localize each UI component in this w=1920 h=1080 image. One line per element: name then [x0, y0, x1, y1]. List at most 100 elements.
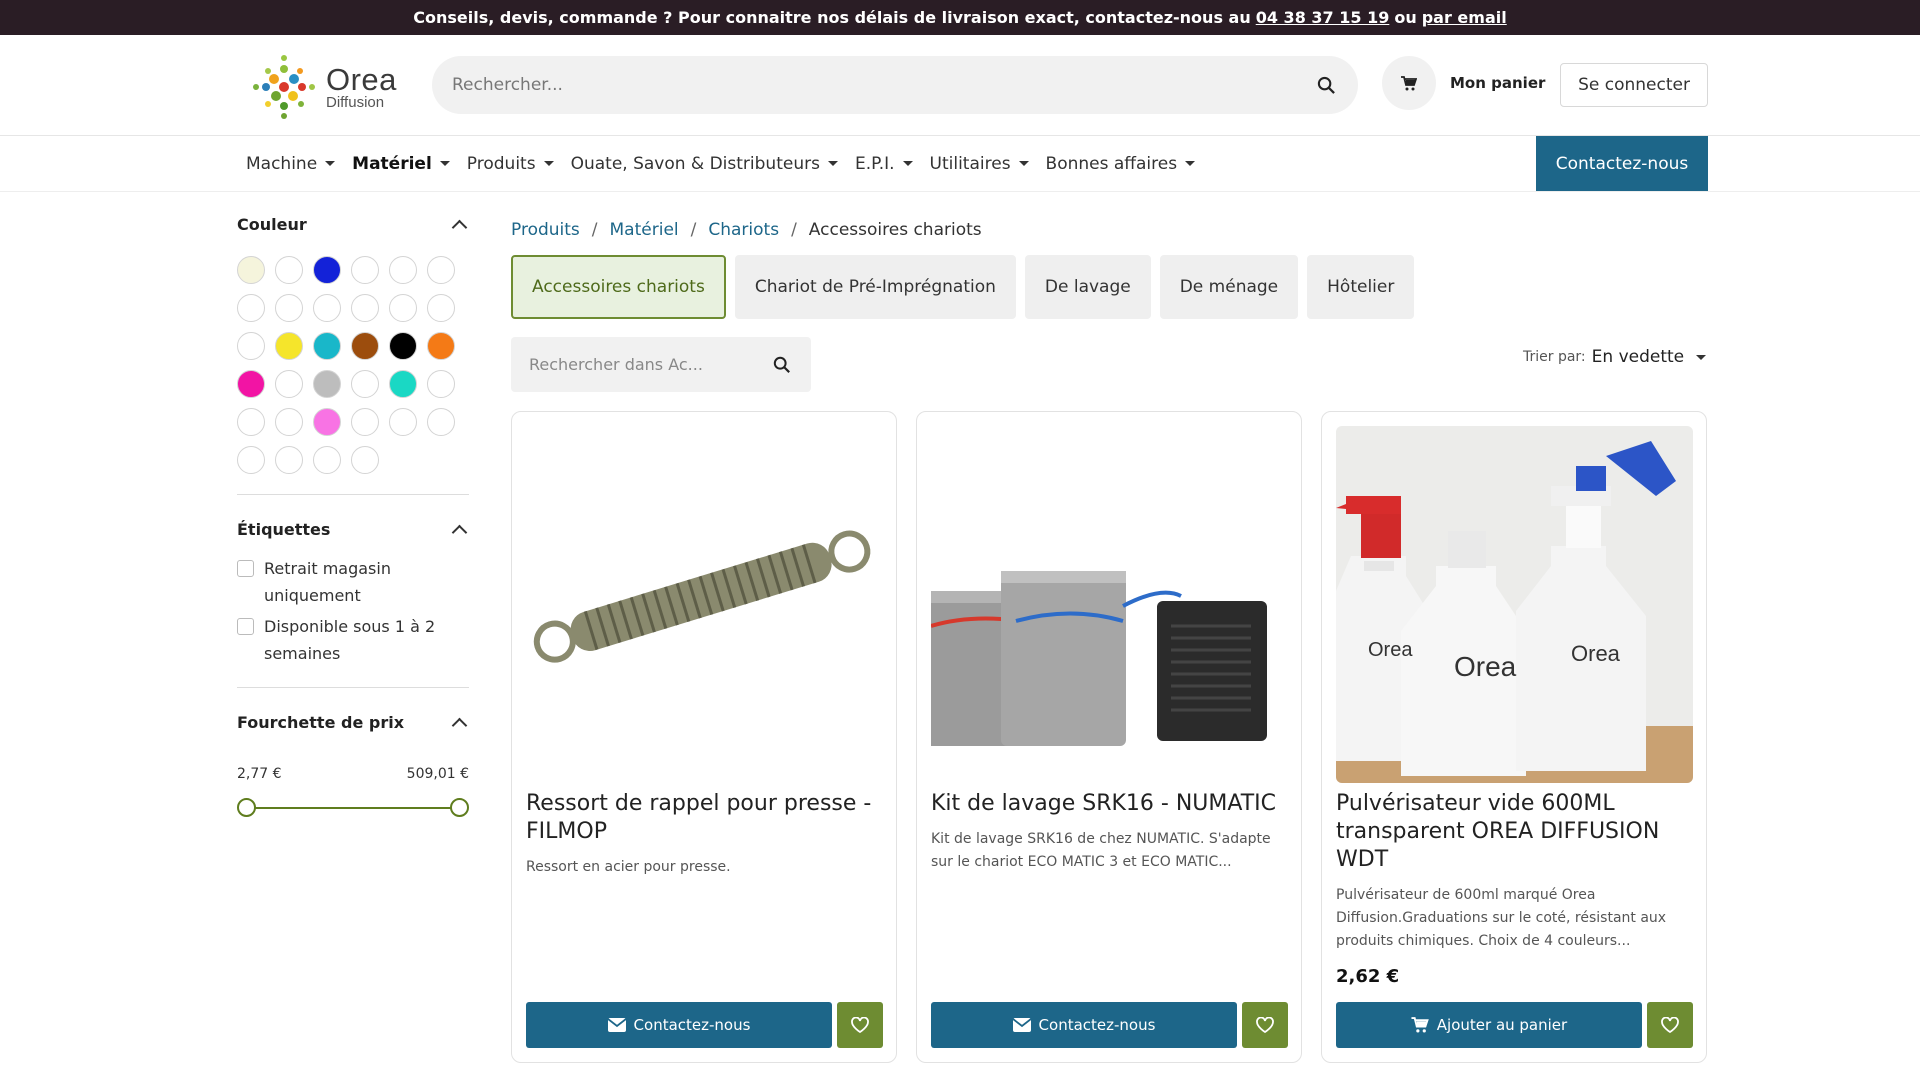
login-button[interactable]: Se connecter [1560, 63, 1708, 107]
color-swatch[interactable] [237, 256, 265, 284]
price-slider[interactable] [237, 798, 469, 818]
chevron-up-icon[interactable] [451, 219, 468, 235]
category-search [511, 337, 811, 392]
add-to-cart-button[interactable]: Ajouter au panier [1336, 1002, 1642, 1048]
category-accessoires-chariots[interactable]: Accessoires chariots [511, 255, 726, 319]
breadcrumb-link[interactable]: Matériel [610, 220, 679, 240]
chevron-up-icon[interactable] [451, 524, 468, 540]
color-swatch[interactable] [313, 294, 341, 322]
color-swatch[interactable] [313, 256, 341, 284]
color-swatch[interactable] [351, 332, 379, 360]
contact-product-button[interactable]: Contactez-nous [526, 1002, 832, 1048]
nav-item-5[interactable]: Utilitaires [930, 154, 1029, 174]
color-swatch[interactable] [351, 256, 379, 284]
search-icon[interactable] [1317, 76, 1336, 95]
color-swatch[interactable] [275, 256, 303, 284]
price-slider-max-handle[interactable] [450, 798, 469, 817]
color-swatch[interactable] [427, 408, 455, 436]
color-swatch[interactable] [389, 294, 417, 322]
search-input[interactable] [452, 75, 1317, 95]
category-hotelier[interactable]: Hôtelier [1307, 255, 1415, 319]
color-swatch[interactable] [351, 370, 379, 398]
category-de-lavage[interactable]: De lavage [1024, 255, 1151, 319]
nav-item-1[interactable]: Matériel [352, 154, 450, 174]
color-swatch[interactable] [237, 370, 265, 398]
color-swatch[interactable] [389, 256, 417, 284]
color-swatch[interactable] [427, 370, 455, 398]
cart-button[interactable]: Mon panier [1382, 56, 1545, 110]
breadcrumb-link[interactable]: Produits [511, 220, 580, 240]
sort-value[interactable]: En vedette [1592, 347, 1684, 367]
color-swatch[interactable] [389, 370, 417, 398]
contact-product-button[interactable]: Contactez-nous [931, 1002, 1237, 1048]
tags-filter-header[interactable]: Étiquettes [237, 515, 469, 543]
product-actions: Ajouter au panier [1336, 1002, 1693, 1048]
search-icon[interactable] [773, 356, 791, 374]
color-swatch[interactable] [275, 332, 303, 360]
product-card[interactable]: Ressort de rappel pour presse - FILMOP R… [511, 411, 897, 1063]
color-swatch[interactable] [237, 294, 265, 322]
announcement-or: ou [1394, 8, 1417, 27]
svg-text:Orea: Orea [1454, 651, 1517, 682]
color-swatch[interactable] [351, 408, 379, 436]
color-swatch[interactable] [313, 370, 341, 398]
color-swatch[interactable] [237, 408, 265, 436]
product-image[interactable]: Orea Orea Orea [1336, 426, 1693, 783]
color-swatch[interactable] [389, 332, 417, 360]
color-swatch[interactable] [313, 408, 341, 436]
wishlist-button[interactable] [1242, 1002, 1288, 1048]
color-swatch[interactable] [427, 332, 455, 360]
svg-text:Orea: Orea [1571, 641, 1621, 666]
email-link[interactable]: par email [1422, 8, 1507, 27]
nav-item-4[interactable]: E.P.I. [855, 154, 913, 174]
price-filter-title: Fourchette de prix [237, 712, 405, 732]
nav-item-0[interactable]: Machine [246, 154, 336, 174]
caret-down-icon[interactable] [1696, 354, 1707, 360]
tag-option[interactable]: Retrait magasin uniquement [237, 555, 469, 609]
product-card[interactable]: Orea Orea Orea Pulvérisateur vide 600ML … [1321, 411, 1707, 1063]
price-filter-header[interactable]: Fourchette de prix [237, 708, 469, 736]
color-swatch[interactable] [237, 332, 265, 360]
color-swatch[interactable] [275, 408, 303, 436]
product-image[interactable] [526, 426, 883, 783]
caret-down-icon [1018, 161, 1029, 166]
logo[interactable]: Orea Diffusion [246, 49, 402, 125]
product-title[interactable]: Kit de lavage SRK16 - NUMATIC [931, 790, 1288, 818]
color-swatch[interactable] [313, 446, 341, 474]
nav-item-6[interactable]: Bonnes affaires [1046, 154, 1196, 174]
color-swatch[interactable] [351, 294, 379, 322]
color-swatch[interactable] [275, 446, 303, 474]
wishlist-button[interactable] [837, 1002, 883, 1048]
sort-dropdown[interactable]: Trier par: En vedette [1523, 347, 1707, 367]
product-title[interactable]: Ressort de rappel pour presse - FILMOP [526, 790, 883, 846]
color-swatch[interactable] [237, 446, 265, 474]
breadcrumb-link[interactable]: Chariots [708, 220, 779, 240]
color-swatch[interactable] [275, 294, 303, 322]
color-swatch[interactable] [351, 446, 379, 474]
product-title[interactable]: Pulvérisateur vide 600ML transparent ORE… [1336, 790, 1693, 874]
category-search-input[interactable] [529, 355, 773, 374]
cart-icon[interactable] [1382, 56, 1436, 110]
wishlist-button[interactable] [1647, 1002, 1693, 1048]
price-slider-min-handle[interactable] [237, 798, 256, 817]
nav-item-2[interactable]: Produits [467, 154, 554, 174]
phone-link[interactable]: 04 38 37 15 19 [1256, 8, 1390, 27]
color-swatch[interactable] [313, 332, 341, 360]
color-swatch[interactable] [389, 408, 417, 436]
contact-button[interactable]: Contactez-nous [1536, 136, 1708, 191]
tag-option[interactable]: Disponible sous 1 à 2 semaines [237, 613, 469, 667]
cart-label[interactable]: Mon panier [1450, 74, 1545, 92]
category-chariot-pre-impregnation[interactable]: Chariot de Pré-Imprégnation [734, 255, 1016, 319]
color-swatch[interactable] [427, 256, 455, 284]
color-swatch[interactable] [275, 370, 303, 398]
price-slider-track [246, 807, 460, 809]
checkbox[interactable] [237, 618, 254, 635]
checkbox[interactable] [237, 560, 254, 577]
chevron-up-icon[interactable] [451, 717, 468, 733]
color-filter-header[interactable]: Couleur [237, 210, 469, 238]
product-card[interactable]: Kit de lavage SRK16 - NUMATIC Kit de lav… [916, 411, 1302, 1063]
category-de-menage[interactable]: De ménage [1159, 255, 1299, 319]
nav-item-3[interactable]: Ouate, Savon & Distributeurs [571, 154, 838, 174]
product-image[interactable] [931, 426, 1288, 783]
color-swatch[interactable] [427, 294, 455, 322]
